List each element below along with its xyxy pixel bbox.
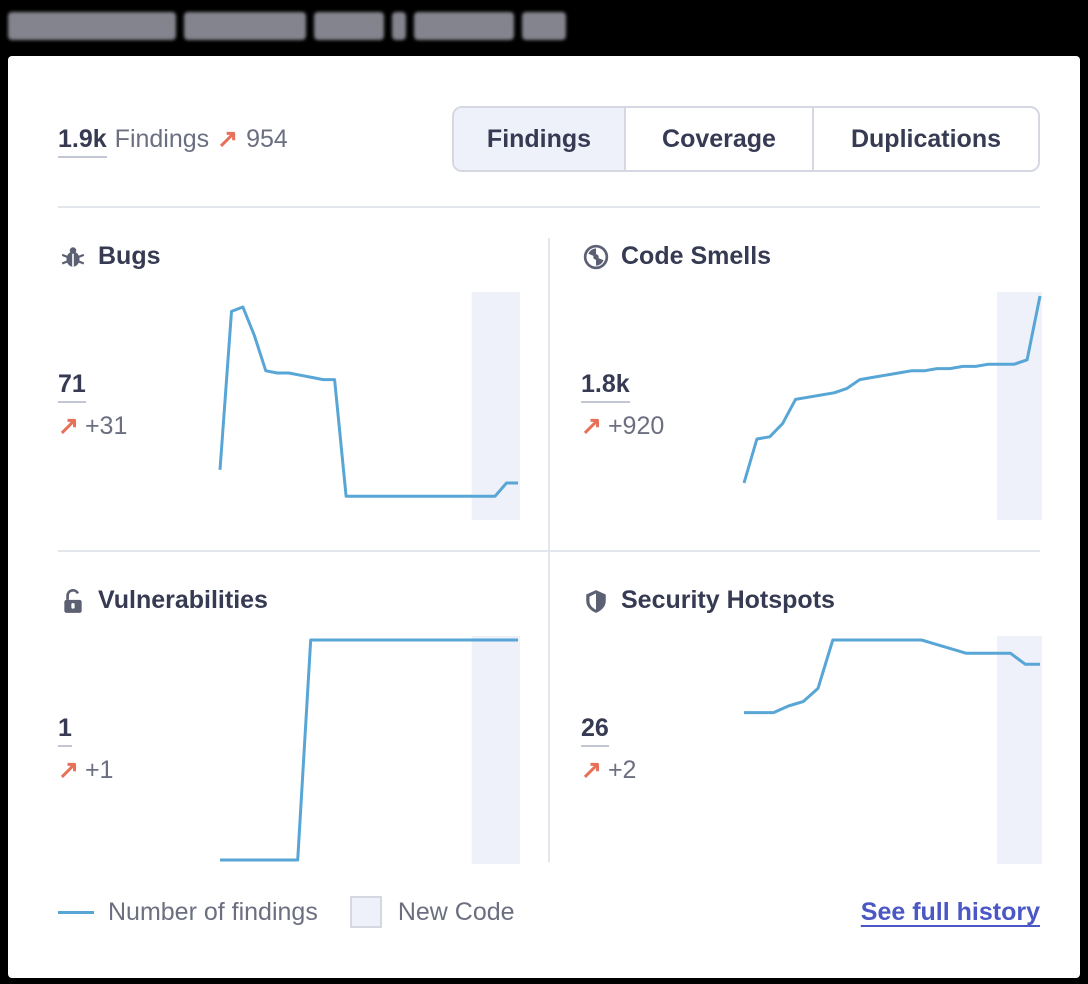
tab-coverage[interactable]: Coverage — [626, 108, 814, 170]
bugs-change: ↗ +31 — [58, 411, 127, 441]
security-hotspots-title[interactable]: Security Hotspots — [583, 586, 835, 615]
code-smells-value[interactable]: 1.8k — [581, 370, 630, 403]
new-code-band — [471, 636, 520, 864]
code-smells-delta: +920 — [607, 411, 665, 440]
arrow-up-right-icon: ↗ — [581, 756, 602, 784]
legend-line-swatch — [58, 910, 94, 914]
findings-series-line — [742, 295, 1042, 484]
findings-series-line — [744, 638, 1040, 715]
findings-delta: 954 — [246, 125, 288, 153]
new-code-band — [471, 292, 520, 520]
lock-icon — [64, 588, 82, 613]
vulnerabilities-chart — [220, 636, 520, 864]
center-divider — [548, 238, 550, 862]
arrow-up-right-icon: ↗ — [58, 412, 79, 440]
legend-new-code-label: New Code — [397, 897, 515, 926]
bugs-delta: +31 — [84, 411, 128, 440]
security-hotspots-delta: +2 — [607, 755, 637, 784]
arrow-up-right-icon: ↗ — [58, 756, 79, 784]
bugs-value[interactable]: 71 — [58, 370, 86, 403]
blurred-header — [8, 10, 566, 42]
code-smells-label: Code Smells — [621, 242, 772, 270]
arrow-up-right-icon: ↗ — [581, 412, 602, 440]
blurred-text — [184, 12, 306, 40]
metric-tabs: Findings Coverage Duplications — [452, 106, 1040, 172]
findings-label: Findings — [114, 125, 210, 153]
findings-total[interactable]: 1.9k — [58, 125, 107, 158]
code-smells-metric: 1.8k ↗ +920 — [581, 370, 664, 441]
vulnerabilities-value[interactable]: 1 — [58, 714, 72, 747]
code-smells-title[interactable]: Code Smells — [583, 242, 771, 271]
bugs-metric: 71 ↗ +31 — [58, 370, 127, 441]
arrow-up-right-icon: ↗ — [217, 125, 239, 153]
legend-line-label: Number of findings — [108, 897, 318, 926]
security-hotspots-label: Security Hotspots — [621, 586, 835, 614]
bug-icon — [61, 246, 85, 267]
bugs-label: Bugs — [98, 242, 161, 270]
vulnerabilities-change: ↗ +1 — [58, 755, 113, 785]
blurred-text — [414, 12, 514, 40]
code-smells-chart — [742, 292, 1042, 520]
security-hotspots-chart — [744, 636, 1042, 864]
findings-card: 1.9k Findings ↗ 954 Findings Coverage Du… — [8, 56, 1080, 978]
tab-findings[interactable]: Findings — [454, 108, 626, 170]
new-code-band — [997, 636, 1042, 864]
see-full-history-link[interactable]: See full history — [861, 898, 1040, 927]
chart-legend: Number of findings New Code — [58, 896, 515, 928]
vulnerabilities-metric: 1 ↗ +1 — [58, 714, 113, 785]
bugs-title[interactable]: Bugs — [60, 242, 161, 271]
top-divider — [58, 206, 1040, 208]
security-hotspots-value[interactable]: 26 — [581, 714, 609, 747]
vulnerabilities-delta: +1 — [84, 755, 114, 784]
blurred-text — [522, 12, 566, 40]
shield-icon — [586, 589, 606, 613]
blurred-text — [8, 12, 176, 40]
code-smell-icon — [583, 244, 609, 269]
blurred-text — [392, 12, 406, 40]
vulnerabilities-title[interactable]: Vulnerabilities — [60, 586, 268, 615]
security-hotspots-change: ↗ +2 — [581, 755, 636, 785]
tab-duplications[interactable]: Duplications — [814, 108, 1038, 170]
legend-new-code-swatch — [349, 896, 382, 928]
findings-summary: 1.9k Findings ↗ 954 — [58, 124, 288, 158]
vulnerabilities-label: Vulnerabilities — [98, 586, 268, 614]
code-smells-change: ↗ +920 — [581, 411, 664, 441]
security-hotspots-metric: 26 ↗ +2 — [581, 714, 636, 785]
blurred-text — [314, 12, 384, 40]
bugs-chart — [218, 292, 520, 520]
